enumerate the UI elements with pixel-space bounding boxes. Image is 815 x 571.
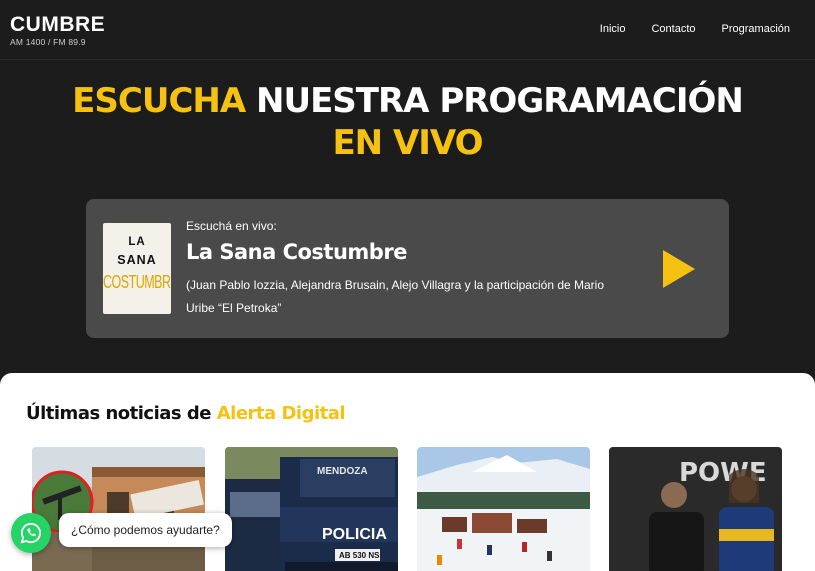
cover-text-sana: SANA <box>117 253 157 267</box>
police-text-mendoza: MENDOZA <box>317 466 368 477</box>
logo-frequencies: AM 1400 / FM 89.9 <box>10 37 86 47</box>
nav-programacion[interactable]: Programación <box>722 23 790 35</box>
news-image-ski-resort <box>417 447 590 571</box>
program-description: (Juan Pablo Iozzia, Alejandra Brusain, A… <box>186 278 605 315</box>
news-card-4[interactable]: POWE <box>609 447 782 571</box>
news-heading: Últimas noticias de Alerta Digital <box>26 403 346 424</box>
site-header: CUMBRE AM 1400 / FM 89.9 Inicio Contacto… <box>0 0 815 60</box>
whatsapp-icon <box>20 522 42 544</box>
news-image-football-players: POWE <box>609 447 782 571</box>
news-heading-prefix: Últimas noticias de <box>26 403 211 424</box>
news-heading-brand: Alerta Digital <box>216 403 346 424</box>
nav-inicio[interactable]: Inicio <box>600 23 626 35</box>
whatsapp-button[interactable] <box>11 513 51 553</box>
whatsapp-help-bubble[interactable]: ¿Cómo podemos ayudarte? <box>59 513 232 547</box>
cover-text-costumbre: COSTUMBRE <box>103 271 171 293</box>
police-text-policia: POLICIA <box>322 526 387 543</box>
hero-heading: ESCUCHA NUESTRA PROGRAMACIÓN EN VIVO <box>0 80 815 164</box>
hero-escucha: ESCUCHA <box>72 81 246 121</box>
hero-programacion: NUESTRA PROGRAMACIÓN <box>256 81 744 121</box>
news-image-oil-pump <box>32 447 205 571</box>
program-title: La Sana Costumbre <box>186 240 407 264</box>
logo-title: CUMBRE <box>10 13 106 36</box>
hero-en-vivo: EN VIVO <box>332 123 483 163</box>
hero-line-1: ESCUCHA NUESTRA PROGRAMACIÓN <box>0 80 815 122</box>
site-logo[interactable]: CUMBRE AM 1400 / FM 89.9 <box>10 13 106 48</box>
police-text-plate: AB 530 NS <box>339 551 380 560</box>
hero-line-2: EN VIVO <box>0 122 815 164</box>
news-image-police-vehicle: MENDOZA POLICIA AB 530 NS <box>225 447 398 571</box>
news-card-3[interactable] <box>417 447 590 571</box>
cover-text-la: LA <box>128 236 146 248</box>
live-player-card: LA SANA COSTUMBRE Escuchá en vivo: La Sa… <box>86 199 729 338</box>
program-cover-image: LA SANA COSTUMBRE <box>103 223 171 314</box>
main-nav: Inicio Contacto Programación <box>600 23 790 35</box>
play-button[interactable] <box>661 249 701 289</box>
nav-contacto[interactable]: Contacto <box>651 23 695 35</box>
news-card-1[interactable] <box>32 447 205 571</box>
play-icon <box>663 250 695 288</box>
news-card-2[interactable]: MENDOZA POLICIA AB 530 NS <box>225 447 398 571</box>
live-label: Escuchá en vivo: <box>186 219 277 233</box>
